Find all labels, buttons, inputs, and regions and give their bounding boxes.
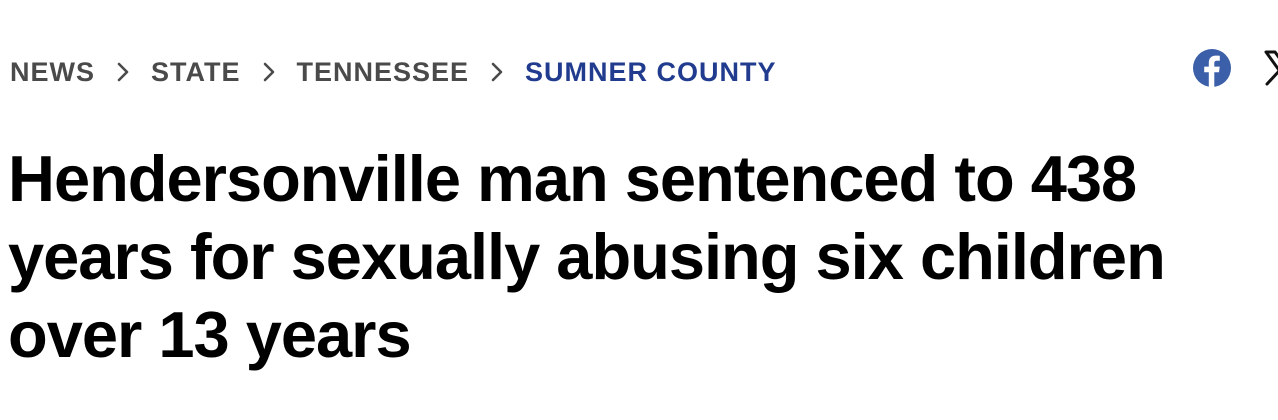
breadcrumb-sumner-county[interactable]: SUMNER COUNTY <box>525 57 777 88</box>
breadcrumb-tennessee[interactable]: TENNESSEE <box>297 57 470 88</box>
breadcrumb: NEWS STATE TENNESSEE SUMNER COUNTY <box>10 52 777 92</box>
chevron-right-icon <box>469 52 525 92</box>
breadcrumb-state[interactable]: STATE <box>151 57 241 88</box>
article-headline: Hendersonville man sentenced to 438 year… <box>8 142 1166 371</box>
x-icon[interactable] <box>1262 48 1278 88</box>
chevron-right-icon <box>241 52 297 92</box>
chevron-right-icon <box>95 52 151 92</box>
facebook-icon[interactable] <box>1192 48 1232 88</box>
breadcrumb-news[interactable]: NEWS <box>10 57 95 88</box>
